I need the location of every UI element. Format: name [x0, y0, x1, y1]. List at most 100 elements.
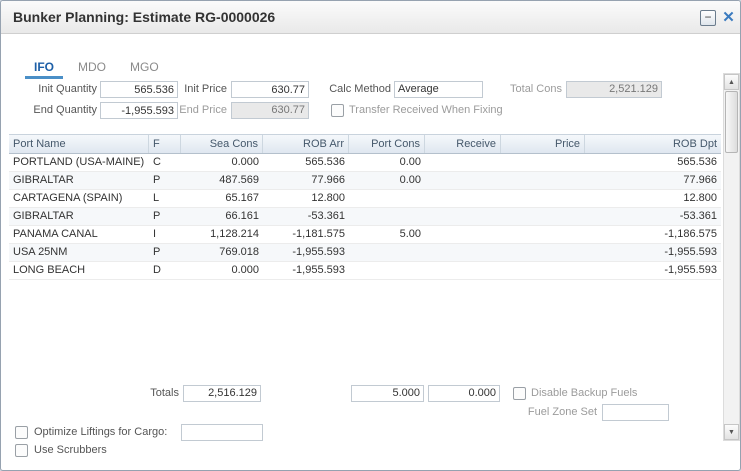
table-cell: GIBRALTAR	[9, 172, 149, 189]
table-cell	[501, 262, 585, 279]
column-header-sea-cons[interactable]: Sea Cons	[181, 135, 263, 153]
table-cell: -1,955.593	[585, 262, 721, 279]
table-cell: 0.00	[349, 154, 425, 171]
table-cell: -1,955.593	[263, 244, 349, 261]
bunker-table-body: PORTLAND (USA-MAINE)C0.000565.5360.00565…	[9, 154, 721, 280]
transfer-received-checkbox[interactable]	[331, 104, 344, 117]
table-cell	[425, 226, 501, 243]
table-cell	[501, 172, 585, 189]
table-cell: 1,128.214	[181, 226, 263, 243]
table-cell	[501, 208, 585, 225]
calc-method-select[interactable]: Average	[394, 81, 483, 98]
table-cell: 0.000	[181, 154, 263, 171]
total-cons-value: 2,521.129	[566, 81, 662, 98]
table-cell	[425, 154, 501, 171]
table-row[interactable]: CARTAGENA (SPAIN)L65.16712.80012.800	[9, 190, 721, 208]
table-cell	[349, 208, 425, 225]
table-cell: 565.536	[585, 154, 721, 171]
column-header-rob-dpt[interactable]: ROB Dpt	[585, 135, 721, 153]
column-header-receive[interactable]: Receive	[425, 135, 501, 153]
table-cell	[425, 190, 501, 207]
tab-ifo[interactable]: IFO	[25, 58, 63, 79]
table-cell: -1,186.575	[585, 226, 721, 243]
totals-port-cons: 5.000	[351, 385, 424, 402]
column-header-port-name[interactable]: Port Name	[9, 135, 149, 153]
table-cell: 12.800	[263, 190, 349, 207]
table-cell: -53.361	[263, 208, 349, 225]
table-cell: LONG BEACH	[9, 262, 149, 279]
fuel-tabs: IFO MDO MGO	[25, 58, 168, 79]
transfer-received-label: Transfer Received When Fixing	[349, 103, 503, 118]
table-cell	[349, 244, 425, 261]
table-header: Port Name F Sea Cons ROB Arr Port Cons R…	[9, 134, 721, 154]
table-cell: P	[149, 172, 181, 189]
table-cell	[425, 208, 501, 225]
table-cell: D	[149, 262, 181, 279]
tab-mdo[interactable]: MDO	[69, 58, 115, 79]
window-title: Bunker Planning: Estimate RG-0000026	[13, 1, 275, 34]
table-cell: P	[149, 244, 181, 261]
optimize-liftings-checkbox[interactable]	[15, 426, 28, 439]
table-cell: 5.00	[349, 226, 425, 243]
scroll-up-icon: ▲	[728, 79, 735, 86]
vertical-scrollbar[interactable]: ▲ ▼	[723, 73, 740, 441]
table-cell	[501, 154, 585, 171]
fuel-zone-set-input[interactable]	[602, 404, 669, 421]
scroll-up-button[interactable]: ▲	[724, 74, 739, 90]
init-price-input[interactable]	[231, 81, 309, 98]
table-row[interactable]: LONG BEACHD0.000-1,955.593-1,955.593	[9, 262, 721, 280]
close-button[interactable]: ✕	[719, 8, 738, 27]
table-cell: -1,181.575	[263, 226, 349, 243]
table-cell: USA 25NM	[9, 244, 149, 261]
end-quantity-input[interactable]	[100, 102, 178, 119]
table-cell: -53.361	[585, 208, 721, 225]
minimize-icon: −	[704, 10, 711, 24]
scroll-down-button[interactable]: ▼	[724, 424, 739, 440]
table-cell: -1,955.593	[263, 262, 349, 279]
table-row[interactable]: PANAMA CANALI1,128.214-1,181.5755.00 -1,1…	[9, 226, 721, 244]
close-icon: ✕	[722, 9, 735, 26]
table-cell: GIBRALTAR	[9, 208, 149, 225]
fuel-zone-set-label: Fuel Zone Set	[519, 404, 597, 421]
table-cell: CARTAGENA (SPAIN)	[9, 190, 149, 207]
table-cell: L	[149, 190, 181, 207]
table-cell: 66.161	[181, 208, 263, 225]
table-cell: -1,955.593	[585, 244, 721, 261]
table-cell	[501, 244, 585, 261]
table-cell: 12.800	[585, 190, 721, 207]
totals-label: Totals	[99, 385, 179, 402]
column-header-port-cons[interactable]: Port Cons	[349, 135, 425, 153]
table-cell	[501, 226, 585, 243]
column-header-rob-arr[interactable]: ROB Arr	[263, 135, 349, 153]
init-quantity-input[interactable]	[100, 81, 178, 98]
table-cell	[501, 190, 585, 207]
end-price-value: 630.77	[231, 102, 309, 119]
use-scrubbers-checkbox[interactable]	[15, 444, 28, 457]
scrollbar-thumb[interactable]	[725, 91, 738, 153]
table-cell: 487.569	[181, 172, 263, 189]
table-row[interactable]: USA 25NMP769.018-1,955.593-1,955.593	[9, 244, 721, 262]
bunker-planning-window: Bunker Planning: Estimate RG-0000026 − ✕…	[0, 0, 741, 471]
table-row[interactable]: GIBRALTARP66.161-53.361-53.361	[9, 208, 721, 226]
optimize-liftings-label: Optimize Liftings for Cargo:	[34, 425, 167, 440]
table-row[interactable]: GIBRALTARP487.56977.9660.0077.966	[9, 172, 721, 190]
minimize-button[interactable]: −	[700, 10, 716, 26]
optimize-liftings-input[interactable]	[181, 424, 263, 441]
table-cell: I	[149, 226, 181, 243]
tab-mgo[interactable]: MGO	[121, 58, 168, 79]
table-cell	[349, 262, 425, 279]
totals-receive: 0.000	[428, 385, 500, 402]
table-cell: 77.966	[585, 172, 721, 189]
table-cell: 77.966	[263, 172, 349, 189]
column-header-price[interactable]: Price	[501, 135, 585, 153]
disable-backup-fuels-label: Disable Backup Fuels	[531, 386, 637, 401]
table-cell: PANAMA CANAL	[9, 226, 149, 243]
column-header-f[interactable]: F	[149, 135, 181, 153]
table-row[interactable]: PORTLAND (USA-MAINE)C0.000565.5360.00565…	[9, 154, 721, 172]
end-price-label: End Price	[177, 102, 227, 119]
disable-backup-fuels-checkbox[interactable]	[513, 387, 526, 400]
init-quantity-label: Init Quantity	[9, 81, 97, 98]
titlebar: Bunker Planning: Estimate RG-0000026 − ✕	[1, 1, 740, 34]
table-cell	[425, 244, 501, 261]
table-cell: 0.000	[181, 262, 263, 279]
